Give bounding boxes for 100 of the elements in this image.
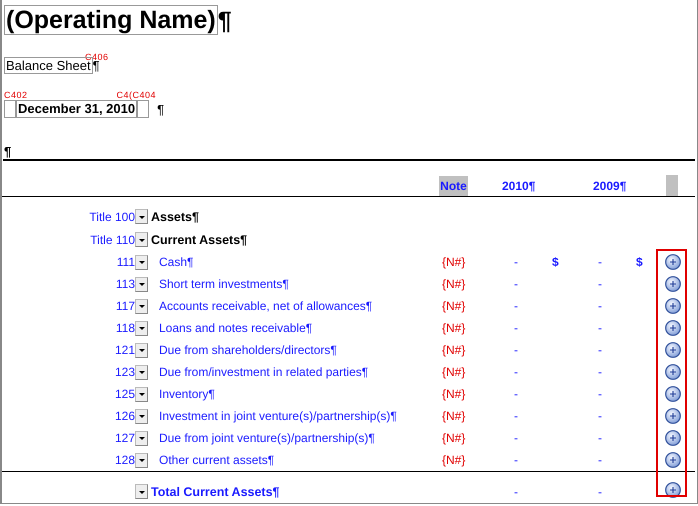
amount-value: - bbox=[513, 453, 519, 467]
note-field[interactable]: {N#} bbox=[431, 277, 482, 291]
plus-icon bbox=[665, 430, 681, 446]
name-field[interactable]: (Operating Name) bbox=[4, 5, 218, 35]
dropdown-button[interactable] bbox=[135, 298, 148, 314]
field-code: C402 bbox=[4, 90, 28, 100]
caret-icon bbox=[138, 458, 144, 462]
account-label: Loans and notes receivable¶ bbox=[158, 321, 314, 335]
add-button[interactable] bbox=[664, 319, 682, 337]
dropdown-button[interactable] bbox=[135, 364, 148, 380]
account-label: Due from/investment in related parties¶ bbox=[158, 365, 370, 379]
section-heading: Assets¶ bbox=[150, 210, 200, 224]
account-code: 118 bbox=[114, 321, 135, 335]
account-code: 121 bbox=[114, 343, 135, 357]
dropdown-button[interactable] bbox=[135, 254, 148, 270]
dropdown-button[interactable] bbox=[135, 484, 148, 499]
amount-value: - bbox=[513, 409, 519, 423]
add-button[interactable] bbox=[664, 297, 682, 315]
dropdown-button[interactable] bbox=[135, 430, 148, 446]
caret-icon bbox=[138, 348, 144, 352]
note-field[interactable]: {N#} bbox=[431, 365, 482, 379]
note-field[interactable]: {N#} bbox=[431, 343, 482, 357]
total-label: Total Current Assets¶ bbox=[150, 485, 281, 499]
note-column-header: Note bbox=[439, 176, 468, 196]
account-code: 123 bbox=[114, 365, 135, 379]
plus-icon bbox=[665, 276, 681, 292]
account-label: Cash¶ bbox=[158, 255, 194, 269]
amount-value: - bbox=[513, 431, 519, 445]
amount-value: - bbox=[597, 277, 603, 291]
add-button[interactable] bbox=[664, 275, 682, 293]
amount-value: - bbox=[513, 277, 519, 291]
caret-icon bbox=[138, 282, 144, 286]
amount-value: - bbox=[513, 255, 519, 269]
note-field[interactable]: {N#} bbox=[431, 431, 482, 445]
dropdown-button[interactable] bbox=[135, 232, 148, 247]
add-button[interactable] bbox=[664, 385, 682, 403]
amount-value: - bbox=[513, 485, 519, 499]
paragraph-mark: ¶ bbox=[218, 7, 232, 35]
note-field[interactable]: {N#} bbox=[431, 409, 482, 423]
field-code: C4(C404 bbox=[116, 90, 156, 100]
add-button[interactable] bbox=[664, 253, 682, 271]
note-field[interactable]: {N#} bbox=[431, 387, 482, 401]
plus-icon bbox=[665, 452, 681, 468]
caret-icon bbox=[138, 436, 144, 440]
currency-sign: $ bbox=[551, 255, 560, 269]
add-button[interactable] bbox=[664, 363, 682, 381]
caret-icon bbox=[138, 238, 144, 242]
caret-icon bbox=[138, 490, 144, 494]
dropdown-button[interactable] bbox=[135, 408, 148, 424]
amount-value: - bbox=[597, 387, 603, 401]
amount-value: - bbox=[513, 365, 519, 379]
empty-field[interactable] bbox=[137, 100, 150, 118]
add-button[interactable] bbox=[664, 407, 682, 425]
paragraph-mark: ¶ bbox=[157, 102, 164, 116]
amount-value: - bbox=[597, 409, 603, 423]
amount-value: - bbox=[597, 299, 603, 313]
plus-icon bbox=[665, 342, 681, 358]
amount-value: - bbox=[597, 343, 603, 357]
account-code: 127 bbox=[114, 431, 135, 445]
dropdown-button[interactable] bbox=[135, 320, 148, 336]
empty-field[interactable] bbox=[4, 100, 16, 118]
amount-value: - bbox=[597, 255, 603, 269]
account-label: Other current assets¶ bbox=[158, 453, 276, 467]
account-code: 117 bbox=[114, 299, 135, 313]
amount-value: - bbox=[513, 387, 519, 401]
account-code: 128 bbox=[114, 453, 135, 467]
add-button[interactable] bbox=[664, 341, 682, 359]
account-label: Due from joint venture(s)/partnership(s)¶ bbox=[158, 431, 376, 445]
dropdown-button[interactable] bbox=[135, 276, 148, 292]
note-field[interactable]: {N#} bbox=[431, 453, 482, 467]
note-field[interactable]: {N#} bbox=[431, 321, 482, 335]
add-button[interactable] bbox=[664, 451, 682, 469]
paragraph-mark: ¶ bbox=[4, 144, 12, 159]
caret-icon bbox=[138, 214, 144, 218]
amount-value: - bbox=[513, 343, 519, 357]
dropdown-button[interactable] bbox=[135, 452, 148, 468]
account-label: Short term investments¶ bbox=[158, 277, 290, 291]
caret-icon bbox=[138, 392, 144, 396]
plus-icon bbox=[665, 408, 681, 424]
plus-icon bbox=[665, 364, 681, 380]
add-button[interactable] bbox=[664, 429, 682, 447]
section-heading: Current Assets¶ bbox=[150, 232, 248, 246]
date-field[interactable]: December 31, 2010 bbox=[16, 100, 138, 118]
account-label: Accounts receivable, net of allowances¶ bbox=[158, 299, 374, 313]
currency-sign: $ bbox=[635, 255, 644, 269]
plus-icon bbox=[665, 320, 681, 336]
account-code: 126 bbox=[114, 409, 135, 423]
note-field[interactable]: {N#} bbox=[431, 255, 482, 269]
plus-icon bbox=[665, 386, 681, 402]
note-field[interactable]: {N#} bbox=[431, 299, 482, 313]
amount-value: - bbox=[597, 321, 603, 335]
plus-icon bbox=[665, 298, 681, 314]
dropdown-button[interactable] bbox=[135, 386, 148, 402]
column-marker bbox=[666, 175, 678, 196]
account-label: Inventory¶ bbox=[158, 387, 216, 401]
account-code: 125 bbox=[114, 387, 135, 401]
dropdown-button[interactable] bbox=[135, 342, 148, 358]
amount-value: - bbox=[513, 321, 519, 335]
plus-icon bbox=[665, 254, 681, 270]
dropdown-button[interactable] bbox=[135, 209, 148, 224]
